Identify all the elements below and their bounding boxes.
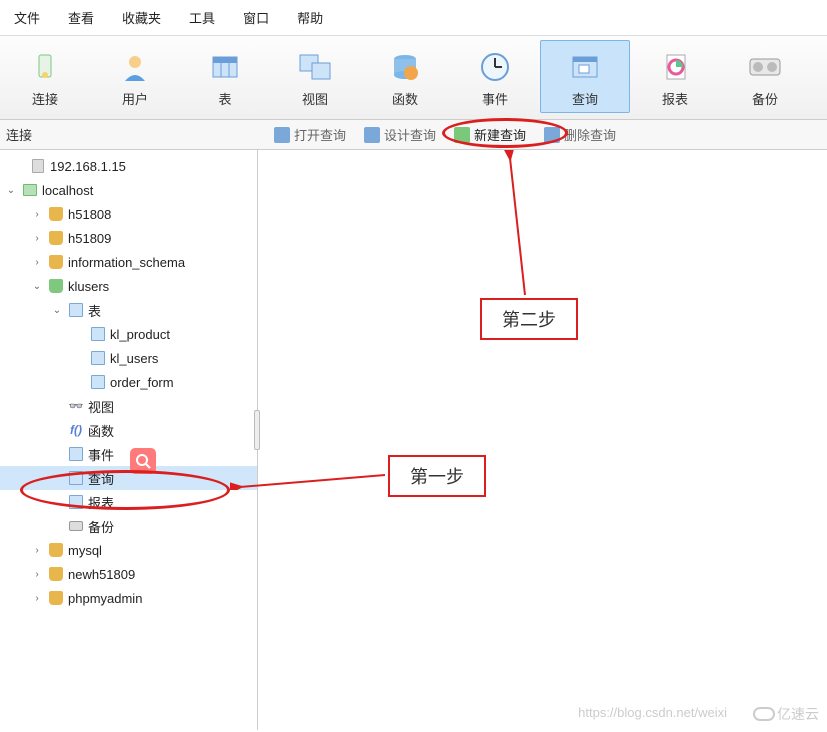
- server-icon: [32, 159, 44, 173]
- connection-panel-label: 连接: [0, 125, 258, 144]
- query-node[interactable]: 查询: [0, 466, 257, 490]
- backup-icon: [748, 53, 782, 81]
- event-icon: [479, 51, 511, 83]
- report-button[interactable]: 报表: [630, 40, 720, 113]
- database-icon: [49, 591, 63, 605]
- database-node[interactable]: ›information_schema: [0, 250, 257, 274]
- reports-icon: [69, 495, 83, 509]
- database-node[interactable]: ›mysql: [0, 538, 257, 562]
- table-item[interactable]: order_form: [0, 370, 257, 394]
- delete-query-button[interactable]: 删除查询: [538, 123, 622, 146]
- database-node[interactable]: ›newh51809: [0, 562, 257, 586]
- menu-window[interactable]: 窗口: [229, 4, 283, 31]
- content-pane: [258, 150, 827, 730]
- events-node[interactable]: 事件: [0, 442, 257, 466]
- table-item[interactable]: kl_product: [0, 322, 257, 346]
- database-icon: [49, 255, 63, 269]
- database-icon: [49, 207, 63, 221]
- tables-node[interactable]: ⌄表: [0, 298, 257, 322]
- menu-help[interactable]: 帮助: [283, 4, 337, 31]
- sub-toolbar: 连接 打开查询 设计查询 新建查询 删除查询: [0, 120, 827, 150]
- design-query-button[interactable]: 设计查询: [358, 123, 442, 146]
- view-icon: [298, 51, 332, 83]
- database-node[interactable]: ›phpmyadmin: [0, 586, 257, 610]
- database-node-klusers[interactable]: ⌄klusers: [0, 274, 257, 298]
- open-query-button[interactable]: 打开查询: [268, 123, 352, 146]
- connection-tree[interactable]: 192.168.1.15 ⌄localhost ›h51808 ›h51809 …: [0, 150, 258, 730]
- database-icon: [49, 279, 63, 293]
- backup-button[interactable]: 备份: [720, 40, 810, 113]
- connect-icon: [29, 51, 61, 83]
- table-button[interactable]: 表: [180, 40, 270, 113]
- server-node[interactable]: 192.168.1.15: [0, 154, 257, 178]
- database-node[interactable]: ›h51809: [0, 226, 257, 250]
- new-query-icon: [454, 127, 470, 143]
- functions-node[interactable]: f()函数: [0, 418, 257, 442]
- query-button[interactable]: 查询: [540, 40, 630, 113]
- localhost-icon: [23, 184, 37, 196]
- new-query-button[interactable]: 新建查询: [448, 123, 532, 146]
- connect-button[interactable]: 连接: [0, 40, 90, 113]
- backup-node[interactable]: 备份: [0, 514, 257, 538]
- function-icon: [389, 51, 421, 83]
- splitter-handle[interactable]: [254, 410, 260, 450]
- menu-favorites[interactable]: 收藏夹: [108, 4, 175, 31]
- menu-file[interactable]: 文件: [0, 4, 54, 31]
- table-icon: [209, 51, 241, 83]
- table-icon: [91, 351, 105, 365]
- views-icon: 👓: [69, 399, 84, 413]
- user-button[interactable]: 用户: [90, 40, 180, 113]
- table-icon: [91, 327, 105, 341]
- backup-node-icon: [69, 521, 83, 531]
- menu-view[interactable]: 查看: [54, 4, 108, 31]
- table-item[interactable]: kl_users: [0, 346, 257, 370]
- events-icon: [69, 447, 83, 461]
- server-node-localhost[interactable]: ⌄localhost: [0, 178, 257, 202]
- menu-tools[interactable]: 工具: [175, 4, 229, 31]
- design-query-icon: [364, 127, 380, 143]
- database-icon: [49, 231, 63, 245]
- query-node-icon: [69, 471, 83, 485]
- function-button[interactable]: 函数: [360, 40, 450, 113]
- search-icon: [130, 448, 156, 474]
- report-icon: [659, 51, 691, 83]
- menu-bar: 文件 查看 收藏夹 工具 窗口 帮助: [0, 0, 827, 36]
- event-button[interactable]: 事件: [450, 40, 540, 113]
- views-node[interactable]: 👓视图: [0, 394, 257, 418]
- tables-icon: [69, 303, 83, 317]
- delete-query-icon: [544, 127, 560, 143]
- database-icon: [49, 567, 63, 581]
- query-icon: [569, 51, 601, 83]
- database-node[interactable]: ›h51808: [0, 202, 257, 226]
- open-query-icon: [274, 127, 290, 143]
- table-icon: [91, 375, 105, 389]
- view-button[interactable]: 视图: [270, 40, 360, 113]
- functions-icon: f(): [70, 423, 82, 437]
- user-icon: [119, 51, 151, 83]
- database-icon: [49, 543, 63, 557]
- main-toolbar: 连接 用户 表 视图 函数 事件 查询 报表 备份: [0, 36, 827, 120]
- reports-node[interactable]: 报表: [0, 490, 257, 514]
